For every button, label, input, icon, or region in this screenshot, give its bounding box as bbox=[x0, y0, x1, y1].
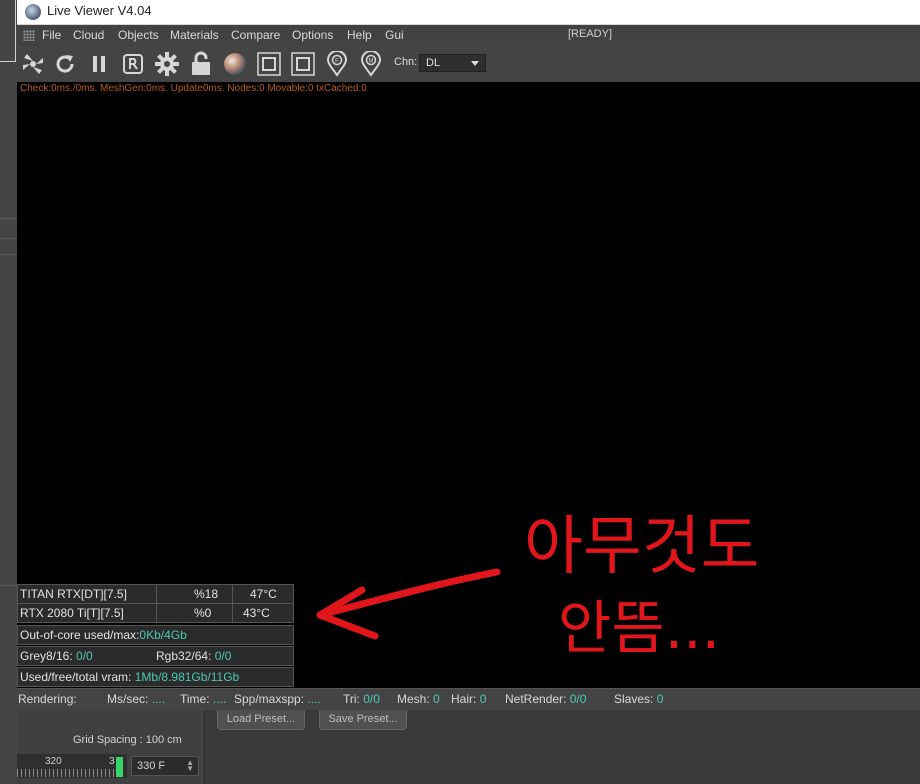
red-arrow-icon bbox=[316, 568, 501, 640]
hair-label: Hair: bbox=[451, 692, 477, 706]
frame-value: 330 F bbox=[137, 760, 166, 772]
netrender-value: 0/0 bbox=[569, 692, 587, 706]
slaves-value: 0 bbox=[656, 692, 664, 706]
spinner-icon[interactable]: ▲ ▼ bbox=[186, 759, 194, 773]
tri-label: Tri: bbox=[343, 692, 360, 706]
netrender-label: NetRender: bbox=[505, 692, 567, 706]
background-app-bottom: Grid Spacing : 100 cm 320 3 330 F ▲ ▼ Loa… bbox=[17, 710, 920, 784]
timeline-start: 320 bbox=[45, 756, 62, 767]
background-attributes-panel: Grid Spacing : 100 cm 320 3 330 F ▲ ▼ bbox=[17, 710, 205, 784]
grid-spacing-text: Grid Spacing : 100 cm bbox=[73, 734, 182, 746]
load-preset-button[interactable]: Load Preset... bbox=[217, 710, 305, 730]
ms-label: Ms/sec: bbox=[107, 692, 149, 706]
status-bar: Rendering: Ms/sec: .... Time: .... Spp/m… bbox=[17, 688, 920, 710]
time-label: Time: bbox=[180, 692, 210, 706]
mesh-label: Mesh: bbox=[397, 692, 430, 706]
slaves-label: Slaves: bbox=[614, 692, 654, 706]
rendering-label: Rendering: bbox=[18, 692, 77, 706]
spp-label: Spp/maxspp: bbox=[234, 692, 305, 706]
timeline-mark: 3 bbox=[109, 756, 115, 767]
timeline-ticks bbox=[17, 769, 117, 777]
annotation-text-line2: 안뜸... bbox=[558, 594, 720, 662]
timeline-playhead[interactable] bbox=[116, 757, 123, 777]
screen: Live Viewer V4.04 File Cloud Objects Mat… bbox=[0, 0, 920, 784]
timeline-slider[interactable]: 320 3 bbox=[17, 754, 127, 778]
ms-value: .... bbox=[151, 692, 166, 706]
annotation-text-line1: 아무것도 bbox=[524, 510, 760, 584]
spp-value: .... bbox=[307, 692, 321, 706]
hair-value: 0 bbox=[479, 692, 487, 706]
time-value: .... bbox=[212, 692, 227, 706]
tri-value: 0/0 bbox=[363, 692, 380, 706]
mesh-value: 0 bbox=[433, 692, 440, 706]
frame-input[interactable]: 330 F ▲ ▼ bbox=[131, 756, 199, 776]
save-preset-button[interactable]: Save Preset... bbox=[319, 710, 407, 730]
annotation-overlay: 아무것도 안뜸... bbox=[316, 510, 760, 662]
